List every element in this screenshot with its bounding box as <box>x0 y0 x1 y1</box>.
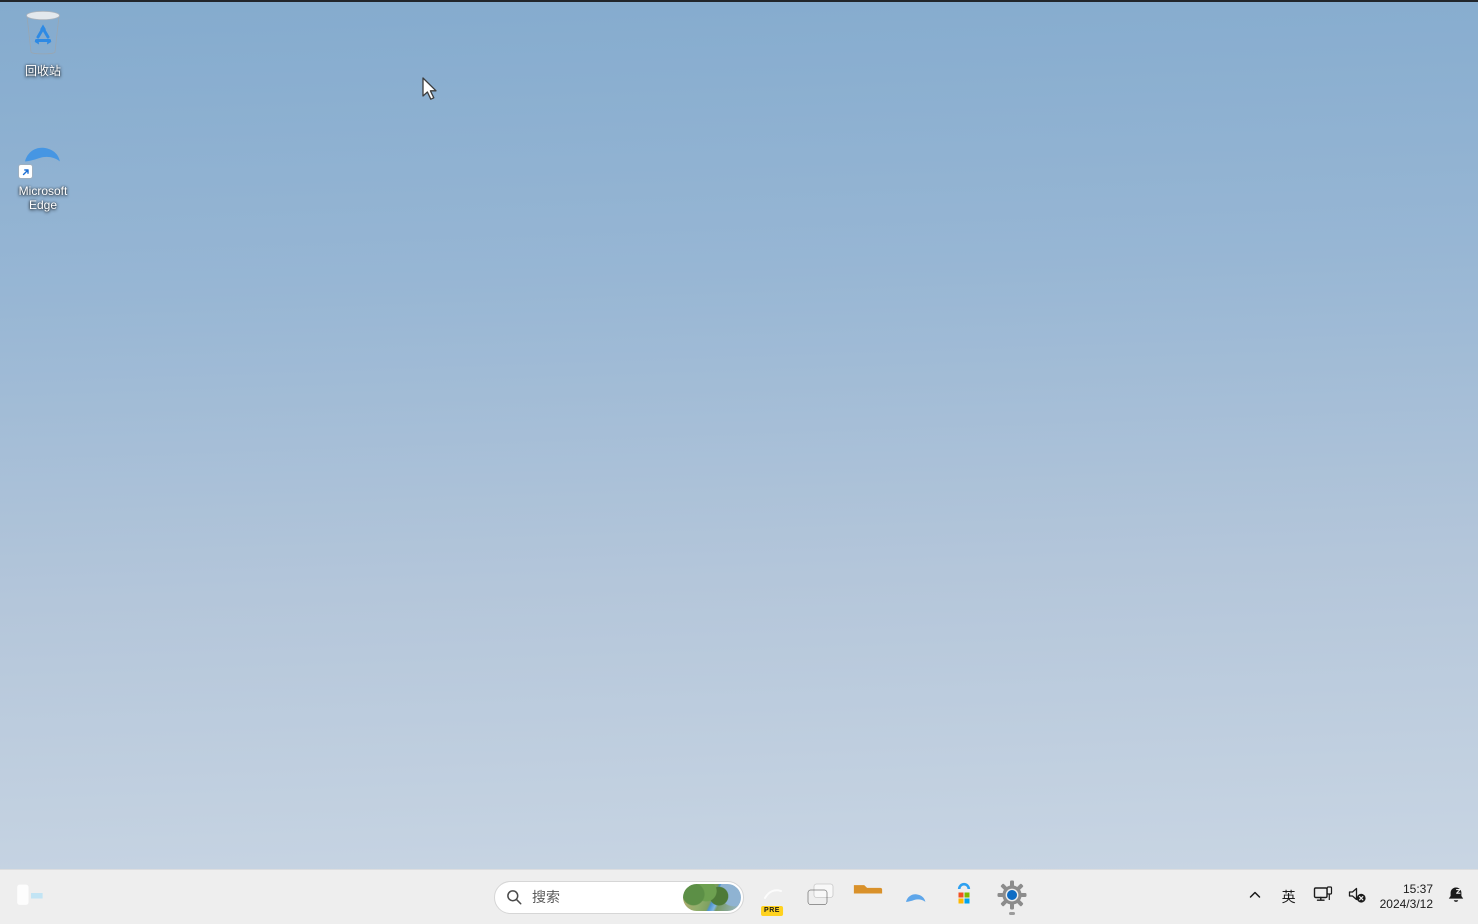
recycle-bin-icon <box>19 8 67 61</box>
edge-icon <box>16 122 70 181</box>
shortcut-arrow-icon <box>18 164 33 179</box>
start-button[interactable] <box>446 877 486 917</box>
tray-ime-indicator[interactable]: 英 <box>1273 877 1305 917</box>
taskbar: 搜索 PRE 英 15:37 2024/3/12 <box>0 869 1478 924</box>
bell-dnd-icon <box>1446 885 1466 910</box>
clock-date: 2024/3/12 <box>1379 897 1433 911</box>
taskbar-app-file-explorer[interactable] <box>848 877 888 917</box>
ethernet-icon <box>1313 885 1333 910</box>
desktop-icon-recycle-bin[interactable]: 回收站 <box>1 8 85 78</box>
copilot-pre-badge: PRE <box>761 906 783 916</box>
taskbar-app-edge[interactable] <box>896 877 936 917</box>
desktop-icon-label: 回收站 <box>24 64 61 78</box>
running-indicator <box>1009 912 1015 915</box>
ime-language-label: 英 <box>1281 889 1296 905</box>
tray-network-button[interactable] <box>1307 877 1339 917</box>
tray-notification-button[interactable] <box>1440 877 1472 917</box>
taskbar-app-copilot[interactable]: PRE <box>752 877 792 917</box>
desktop-icon-label: Microsoft Edge <box>18 184 68 212</box>
desktop-wallpaper <box>0 0 1478 924</box>
bing-thumbnail[interactable] <box>683 883 741 911</box>
volume-muted-icon <box>1347 885 1367 910</box>
task-view-button[interactable] <box>800 877 840 917</box>
windows-11-desktop: { "window": {"title": "Windows 11 Deskto… <box>0 0 1478 924</box>
chevron-up-icon <box>1247 887 1263 908</box>
edge-icon <box>901 880 931 915</box>
search-icon <box>506 889 523 906</box>
search-box[interactable]: 搜索 <box>494 880 744 914</box>
win11-bloom-graphic <box>263 112 1126 873</box>
widgets-icon <box>13 880 47 915</box>
task-view-icon <box>805 880 835 915</box>
taskbar-app-store[interactable] <box>944 877 984 917</box>
search-placeholder: 搜索 <box>532 889 560 905</box>
folder-icon <box>852 881 884 913</box>
tray-show-hidden-icons[interactable] <box>1239 877 1271 917</box>
screen-top-edge <box>0 0 1478 2</box>
clock-time: 15:37 <box>1402 882 1433 896</box>
gear-icon <box>997 880 1027 915</box>
windows-start-icon <box>453 881 480 913</box>
store-icon <box>949 880 979 915</box>
desktop-icon-microsoft-edge[interactable]: Microsoft Edge <box>1 122 85 212</box>
tray-volume-button[interactable] <box>1341 877 1373 917</box>
widgets-button[interactable] <box>10 877 50 917</box>
tray-clock[interactable]: 15:37 2024/3/12 <box>1375 877 1438 917</box>
taskbar-app-settings[interactable] <box>992 877 1032 917</box>
